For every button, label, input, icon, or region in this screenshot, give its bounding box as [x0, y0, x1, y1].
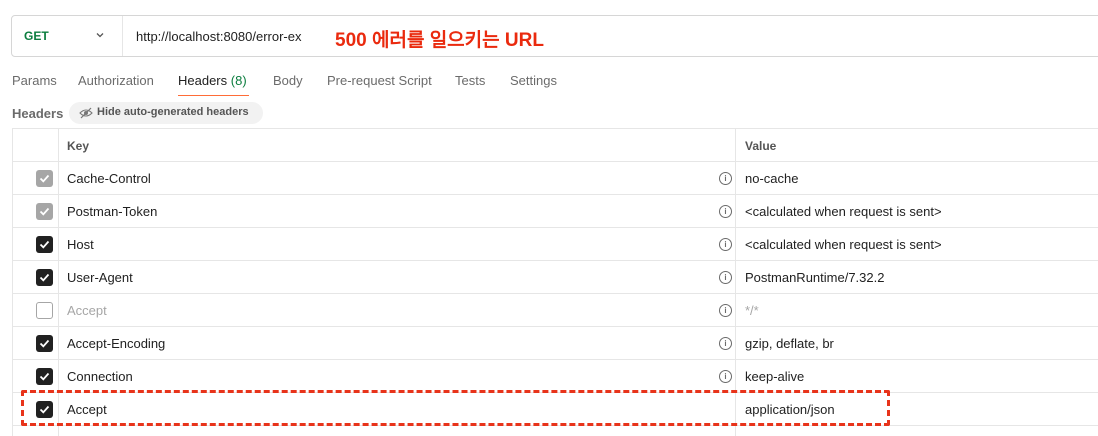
table-row: Accept-Encoding i gzip, deflate, br — [13, 327, 1098, 360]
url-input[interactable]: http://localhost:8080/error-ex — [136, 29, 301, 44]
tab-body[interactable]: Body — [273, 73, 303, 88]
header-key[interactable]: Cache-Control — [67, 171, 151, 186]
header-key[interactable]: User-Agent — [67, 270, 133, 285]
table-row: Postman-Token i <calculated when request… — [13, 195, 1098, 228]
header-value[interactable]: no-cache — [745, 171, 798, 186]
header-value[interactable]: keep-alive — [745, 369, 804, 384]
header-value[interactable]: */* — [745, 303, 759, 318]
info-icon[interactable]: i — [719, 238, 732, 251]
table-row: Accept i */* — [13, 294, 1098, 327]
row-checkbox[interactable] — [36, 236, 53, 253]
check-icon — [39, 273, 50, 282]
header-value[interactable]: gzip, deflate, br — [745, 336, 834, 351]
table-row: Connection i keep-alive — [13, 360, 1098, 393]
chevron-down-icon — [96, 33, 104, 38]
check-icon — [39, 240, 50, 249]
method-select[interactable]: GET — [12, 16, 123, 56]
tab-headers-label: Headers — [178, 73, 228, 88]
tab-pre-request-script[interactable]: Pre-request Script — [327, 73, 432, 88]
row-checkbox[interactable] — [36, 302, 53, 319]
url-bar: GET http://localhost:8080/error-ex 500 에… — [11, 15, 1098, 57]
method-label: GET — [24, 29, 49, 43]
header-value[interactable]: <calculated when request is sent> — [745, 204, 942, 219]
header-key[interactable]: Accept-Encoding — [67, 336, 165, 351]
row-checkbox[interactable] — [36, 368, 53, 385]
header-key[interactable]: Postman-Token — [67, 204, 157, 219]
row-checkbox[interactable] — [36, 269, 53, 286]
header-value[interactable]: PostmanRuntime/7.32.2 — [745, 270, 884, 285]
check-icon — [39, 174, 50, 183]
table-row: Cache-Control i no-cache — [13, 162, 1098, 195]
eye-off-icon — [79, 107, 93, 119]
hide-auto-headers-button[interactable]: Hide auto-generated headers — [69, 102, 263, 124]
hide-auto-headers-label: Hide auto-generated headers — [97, 106, 249, 118]
tab-settings[interactable]: Settings — [510, 73, 557, 88]
column-value-header: Value — [745, 139, 777, 153]
header-key[interactable]: Accept — [67, 303, 107, 318]
header-key[interactable]: Host — [67, 237, 94, 252]
check-icon — [39, 207, 50, 216]
header-key[interactable]: Connection — [67, 369, 133, 384]
headers-section-label: Headers — [12, 106, 64, 121]
tab-headers[interactable]: Headers (8) — [178, 73, 247, 88]
active-tab-indicator — [178, 95, 249, 96]
info-icon[interactable]: i — [719, 337, 732, 350]
info-icon[interactable]: i — [719, 370, 732, 383]
info-icon[interactable]: i — [719, 304, 732, 317]
row-checkbox[interactable] — [36, 170, 53, 187]
highlight-annotation-box — [21, 390, 890, 426]
info-icon[interactable]: i — [719, 205, 732, 218]
info-icon[interactable]: i — [719, 172, 732, 185]
tab-tests[interactable]: Tests — [455, 73, 485, 88]
request-tabs: Params Authorization Headers (8) Body Pr… — [0, 64, 1098, 96]
tab-params[interactable]: Params — [12, 73, 57, 88]
column-key-header: Key — [67, 139, 90, 153]
row-checkbox[interactable] — [36, 335, 53, 352]
info-icon[interactable]: i — [719, 271, 732, 284]
table-header-row: Key Value — [13, 129, 1098, 162]
row-checkbox[interactable] — [36, 203, 53, 220]
tab-authorization[interactable]: Authorization — [78, 73, 154, 88]
table-row: User-Agent i PostmanRuntime/7.32.2 — [13, 261, 1098, 294]
check-icon — [39, 372, 50, 381]
url-annotation: 500 에러를 일으키는 URL — [335, 30, 544, 51]
tab-headers-count: (8) — [230, 73, 247, 88]
table-row: Host i <calculated when request is sent> — [13, 228, 1098, 261]
check-icon — [39, 339, 50, 348]
header-value[interactable]: <calculated when request is sent> — [745, 237, 942, 252]
